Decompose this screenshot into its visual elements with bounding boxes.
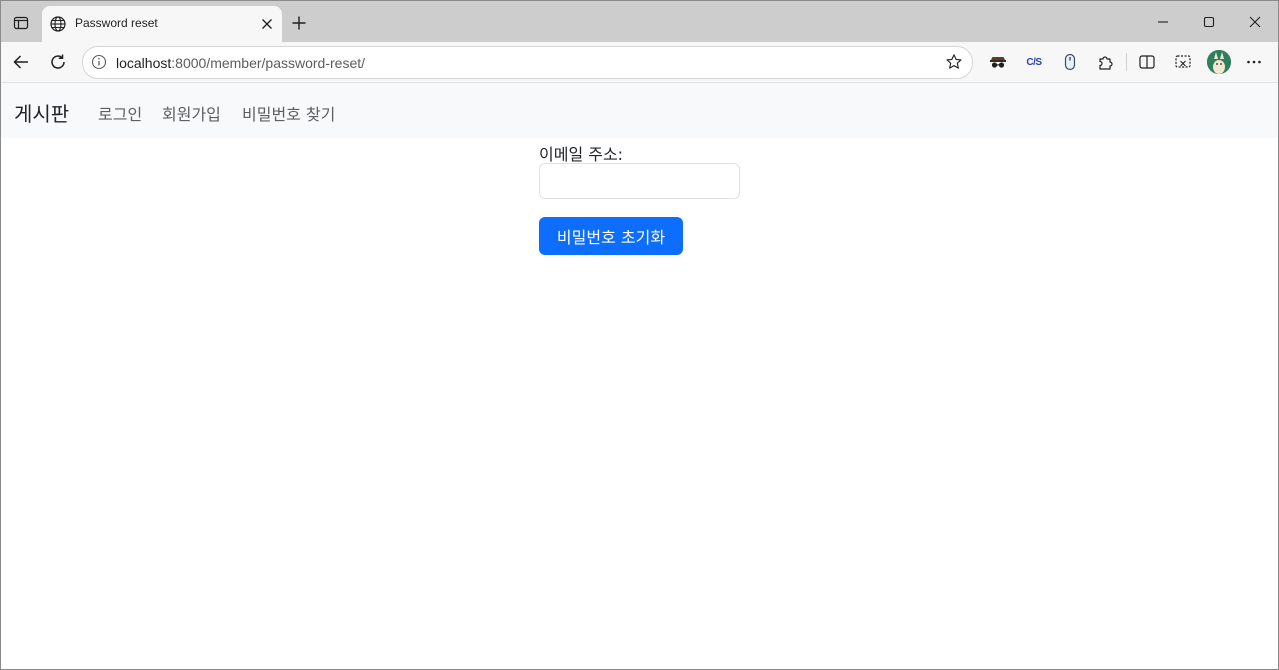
refresh-icon bbox=[51, 54, 65, 69]
back-arrow-icon bbox=[13, 55, 28, 69]
incognito-mask-icon bbox=[990, 57, 1006, 68]
tab-title: Password reset bbox=[75, 16, 158, 30]
address-bar[interactable]: localhost:8000/member/password-reset/ bbox=[82, 46, 973, 79]
browser-window: Password reset localhost:8000/member/pas… bbox=[0, 0, 1279, 670]
incognito-extension-button[interactable] bbox=[987, 51, 1009, 73]
star-icon[interactable] bbox=[945, 53, 963, 71]
nav-link-signup[interactable]: 회원가입 bbox=[162, 101, 221, 125]
page-content: 게시판 로그인 회원가입 비밀번호 찾기 이메일 주소: 비밀번호 초기화 bbox=[1, 83, 1278, 669]
refresh-button[interactable] bbox=[45, 49, 71, 75]
nav-link-login[interactable]: 로그인 bbox=[98, 101, 142, 125]
tab-strip: Password reset bbox=[1, 1, 1278, 42]
tab-password-reset[interactable]: Password reset bbox=[42, 6, 282, 42]
site-navbar: 게시판 로그인 회원가입 비밀번호 찾기 bbox=[1, 83, 1278, 138]
back-button[interactable] bbox=[8, 49, 34, 75]
screenshot-button[interactable] bbox=[1172, 51, 1194, 73]
css-extension-icon: C/S bbox=[1026, 56, 1042, 68]
close-tab-button[interactable] bbox=[258, 15, 276, 33]
url-path: :8000/member/password-reset/ bbox=[171, 55, 366, 71]
more-button[interactable] bbox=[1243, 51, 1265, 73]
more-icon bbox=[1247, 60, 1261, 64]
mouse-extension-button[interactable] bbox=[1059, 51, 1081, 73]
mouse-extension-icon bbox=[1064, 53, 1076, 71]
css-extension-button[interactable]: C/S bbox=[1023, 51, 1045, 73]
globe-icon bbox=[50, 16, 66, 32]
minimize-icon bbox=[1158, 21, 1168, 23]
puzzle-icon bbox=[1099, 56, 1113, 70]
url-host: localhost bbox=[116, 55, 172, 71]
split-screen-button[interactable] bbox=[1136, 51, 1158, 73]
url-text: localhost:8000/member/password-reset/ bbox=[116, 55, 365, 71]
tab-actions-icon bbox=[13, 16, 29, 30]
close-icon bbox=[1249, 16, 1261, 28]
close-window-button[interactable] bbox=[1232, 7, 1278, 37]
minimize-button[interactable] bbox=[1140, 7, 1186, 37]
split-screen-icon bbox=[1139, 55, 1155, 69]
extensions-button[interactable] bbox=[1095, 51, 1117, 73]
maximize-button[interactable] bbox=[1186, 7, 1232, 37]
avatar-icon bbox=[1207, 50, 1231, 74]
info-icon[interactable] bbox=[91, 54, 107, 70]
maximize-icon bbox=[1203, 16, 1215, 28]
tab-actions-button[interactable] bbox=[9, 11, 33, 35]
email-field[interactable] bbox=[539, 163, 740, 199]
plus-icon bbox=[292, 16, 306, 30]
toolbar-divider bbox=[1126, 53, 1127, 71]
new-tab-button[interactable] bbox=[287, 11, 311, 35]
close-icon bbox=[262, 19, 272, 29]
nav-link-find-password[interactable]: 비밀번호 찾기 bbox=[242, 101, 335, 125]
email-label: 이메일 주소: bbox=[539, 145, 624, 164]
profile-avatar[interactable] bbox=[1207, 50, 1231, 74]
browser-toolbar: localhost:8000/member/password-reset/ C/… bbox=[1, 42, 1278, 83]
screenshot-icon bbox=[1175, 55, 1191, 68]
brand-link[interactable]: 게시판 bbox=[14, 98, 69, 127]
reset-password-button[interactable]: 비밀번호 초기화 bbox=[539, 217, 683, 255]
